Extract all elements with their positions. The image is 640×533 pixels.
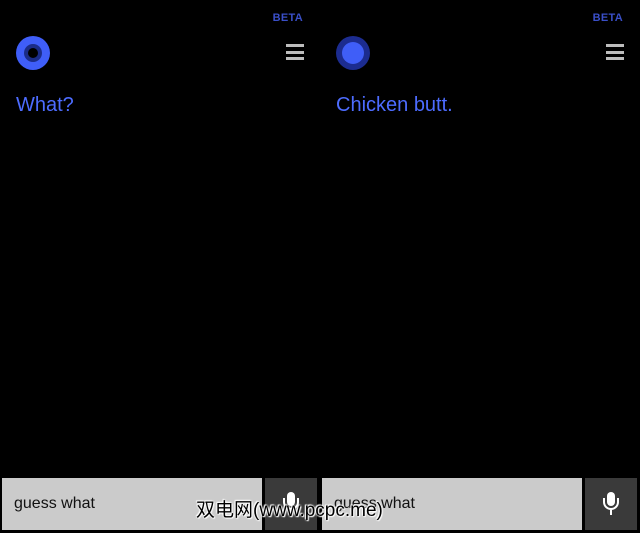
cortana-panel-left: BETA What? guess what [0, 0, 320, 533]
watermark: 双电网(www.pcpc.me) [196, 500, 383, 521]
beta-label: BETA [592, 12, 623, 24]
mic-button[interactable] [585, 478, 637, 530]
query-input-value: guess what [14, 495, 95, 512]
cortana-orb-icon[interactable] [336, 36, 370, 70]
cortana-orb-icon[interactable] [16, 36, 50, 70]
cortana-panel-right: BETA Chicken butt. guess what [320, 0, 640, 533]
beta-label: BETA [272, 12, 303, 24]
hamburger-menu-icon[interactable] [286, 44, 304, 60]
hamburger-menu-icon[interactable] [606, 44, 624, 60]
cortana-response-text: Chicken butt. [336, 94, 453, 116]
cortana-response-text: What? [16, 94, 74, 116]
